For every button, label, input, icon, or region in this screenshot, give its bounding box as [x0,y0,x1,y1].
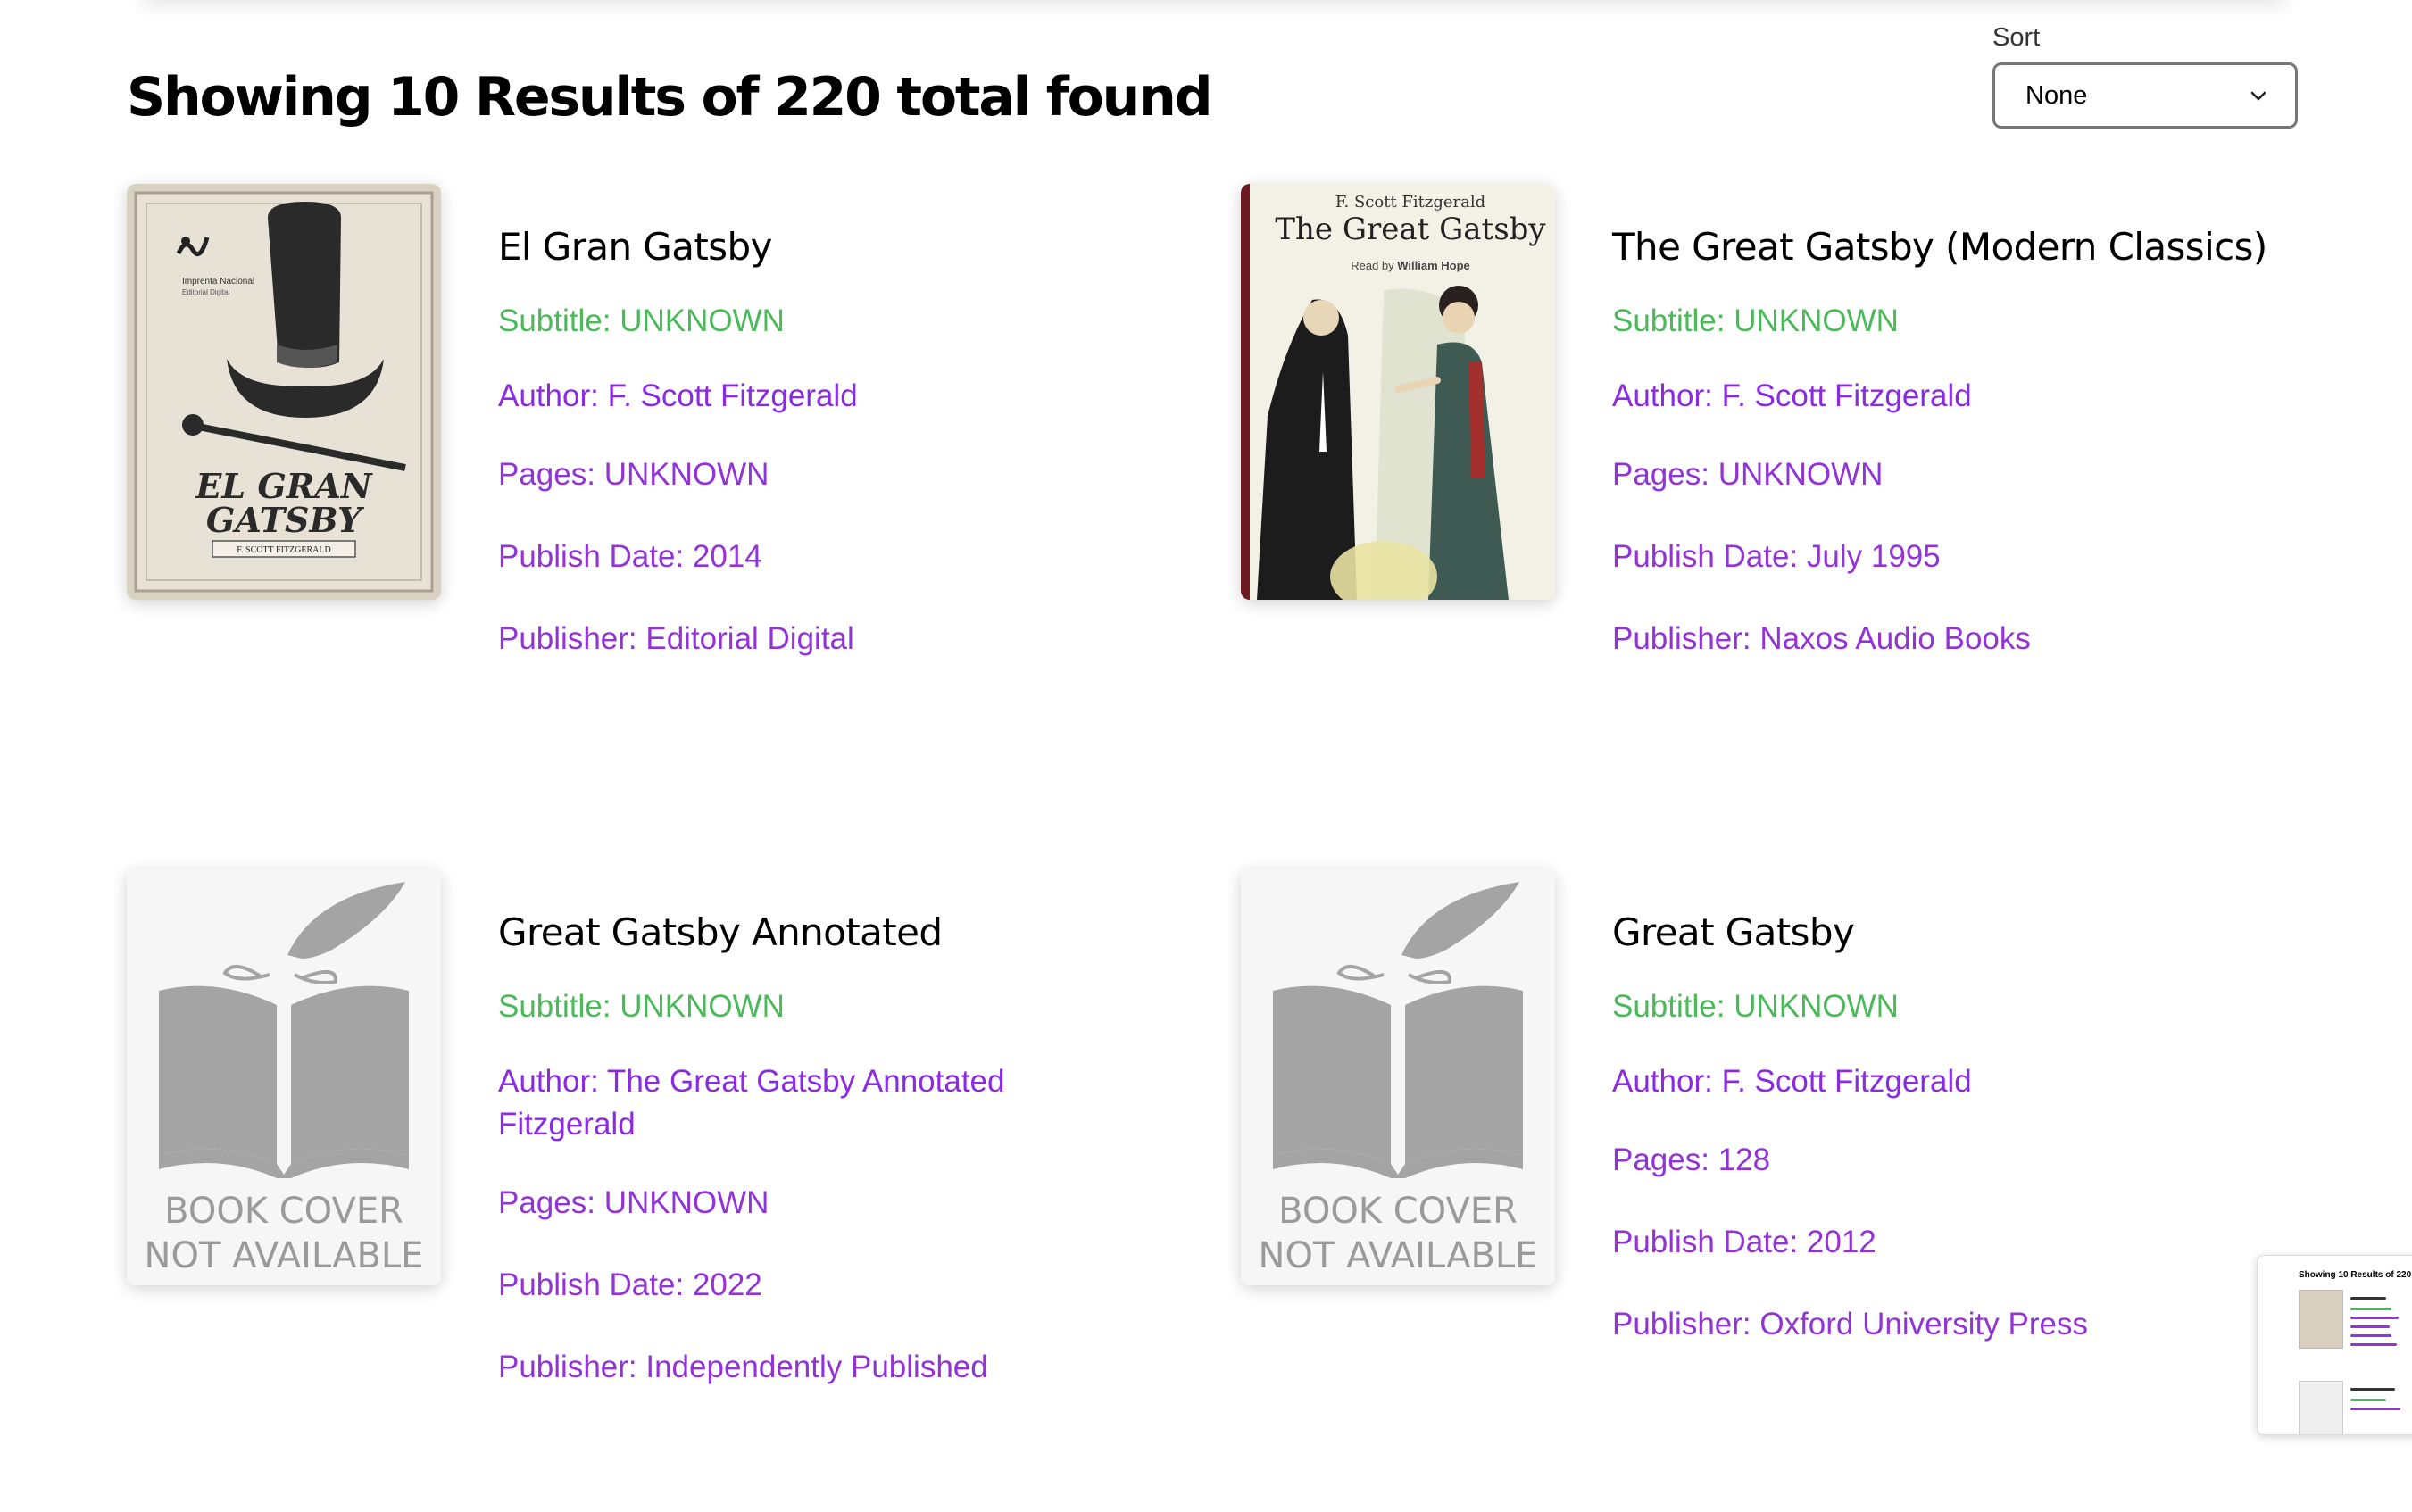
svg-text:Imprenta Nacional: Imprenta Nacional [182,277,254,287]
thumbnail-line [2350,1308,2391,1310]
thumbnail-line [2350,1399,2386,1401]
thumbnail-line [2350,1325,2390,1328]
book-card[interactable]: Imprenta Nacional Editorial Digital EL G… [127,184,1234,827]
thumbnail-line [2350,1408,2400,1410]
thumbnail-heading: Showing 10 Results of 220 tota [2299,1270,2412,1280]
book-pages: Pages: 128 [1612,1142,1771,1177]
book-publish-date: Publish Date: 2014 [498,539,762,574]
sort-select[interactable]: None [1992,62,2298,129]
book-publisher: Publisher: Editorial Digital [498,621,854,656]
book-cover-placeholder[interactable]: BOOK COVER NOT AVAILABLE [127,869,441,1285]
thumbnail-line [2350,1388,2395,1391]
book-publisher: Publisher: Independently Published [498,1350,988,1384]
thumbnail-cover [2299,1290,2343,1349]
book-cover-placeholder[interactable]: BOOK COVER NOT AVAILABLE [1241,869,1555,1285]
book-title[interactable]: The Great Gatsby (Modern Classics) [1612,225,2267,269]
sort-selected-value: None [2025,80,2088,110]
book-publish-date: Publish Date: 2012 [1612,1225,1876,1259]
book-card[interactable]: BOOK COVER NOT AVAILABLE Great Gatsby An… [127,869,1234,1512]
svg-text:Read by William Hope: Read by William Hope [1351,259,1470,272]
book-subtitle: Subtitle: UNKNOWN [1612,303,1899,338]
book-pages: Pages: UNKNOWN [1612,457,1884,492]
book-author: Author: F. Scott Fitzgerald [498,378,858,413]
svg-text:BOOK COVER: BOOK COVER [1278,1191,1518,1232]
book-title[interactable]: Great Gatsby [1612,910,1855,954]
svg-text:F. SCOTT FITZGERALD: F. SCOTT FITZGERALD [237,545,330,555]
book-publisher: Publisher: Oxford University Press [1612,1307,2088,1342]
chevron-down-icon [2250,91,2266,101]
svg-text:NOT AVAILABLE: NOT AVAILABLE [1259,1235,1538,1276]
book-title[interactable]: Great Gatsby Annotated [498,910,943,954]
book-subtitle: Subtitle: UNKNOWN [498,303,785,338]
page-preview-thumbnail[interactable]: Showing 10 Results of 220 tota [2257,1255,2412,1435]
svg-text:F. Scott Fitzgerald: F. Scott Fitzgerald [1335,193,1485,212]
results-heading: Showing 10 Results of 220 total found [127,66,1213,129]
svg-text:GATSBY: GATSBY [206,500,365,540]
book-cover-image[interactable]: F. Scott Fitzgerald The Great Gatsby Rea… [1241,184,1555,600]
thumbnail-line [2350,1297,2386,1300]
book-author: Author: F. Scott Fitzgerald [1612,1064,1972,1099]
book-subtitle: Subtitle: UNKNOWN [1612,989,1899,1024]
book-pages: Pages: UNKNOWN [498,457,769,492]
book-publisher: Publisher: Naxos Audio Books [1612,621,2031,656]
thumbnail-line [2350,1334,2391,1337]
sort-label: Sort [1992,23,2041,52]
book-publish-date: Publish Date: 2022 [498,1267,762,1302]
thumbnail-line [2350,1317,2399,1319]
book-title[interactable]: El Gran Gatsby [498,225,772,269]
book-cover-image[interactable]: Imprenta Nacional Editorial Digital EL G… [127,184,441,600]
book-card[interactable]: BOOK COVER NOT AVAILABLE Great Gatsby Su… [1241,869,2348,1512]
book-author: Author: F. Scott Fitzgerald [1612,378,1972,413]
thumbnail-cover [2299,1381,2343,1434]
book-pages: Pages: UNKNOWN [498,1185,769,1220]
thumbnail-line [2350,1343,2397,1346]
book-publish-date: Publish Date: July 1995 [1612,539,1941,574]
svg-text:Editorial Digital: Editorial Digital [182,288,230,296]
book-subtitle: Subtitle: UNKNOWN [498,989,785,1024]
svg-text:BOOK COVER: BOOK COVER [164,1191,403,1232]
svg-text:The Great Gatsby: The Great Gatsby [1275,212,1546,247]
book-author: Author: The Great Gatsby Annotated Fitzg… [498,1064,1005,1142]
book-card[interactable]: F. Scott Fitzgerald The Great Gatsby Rea… [1241,184,2348,827]
svg-text:NOT AVAILABLE: NOT AVAILABLE [145,1235,424,1276]
